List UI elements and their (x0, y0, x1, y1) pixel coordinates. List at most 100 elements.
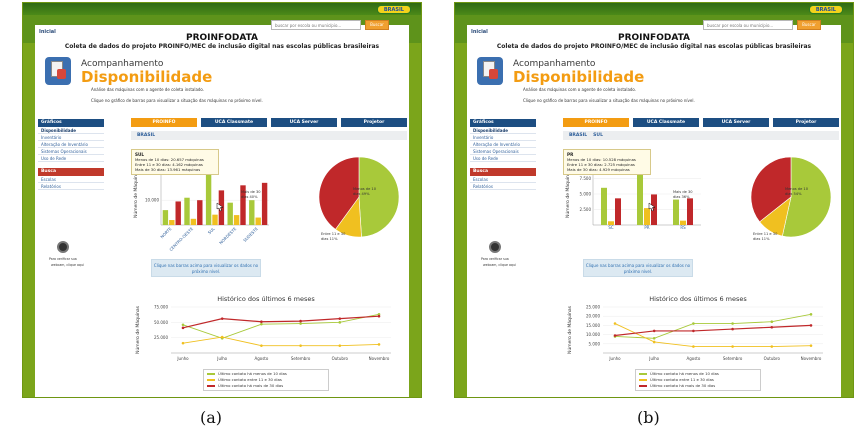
bar-y-axis-label: Número de Máquinas (564, 169, 571, 218)
data-point[interactable] (260, 344, 263, 347)
data-point[interactable] (260, 322, 263, 326)
search-input[interactable] (271, 20, 361, 30)
nav-item[interactable]: Escolas (38, 176, 104, 183)
data-point[interactable] (770, 345, 774, 348)
nav-item[interactable]: Alteração de Inventário (38, 141, 104, 148)
webcam-icon[interactable] (489, 241, 501, 253)
pie-slice[interactable] (358, 156, 400, 238)
nav-item[interactable]: Sistemas Operacionais (38, 148, 104, 155)
bar[interactable] (205, 173, 212, 225)
data-point[interactable] (809, 313, 813, 316)
webcam-link[interactable]: webcam, clique aqui (483, 263, 516, 267)
tab[interactable]: Projetor (341, 118, 407, 127)
series-line[interactable] (182, 336, 380, 347)
data-point[interactable] (731, 345, 734, 348)
history-line-chart[interactable]: Número de Máquinas 25.000 20.000 15.000 10.0… (563, 303, 833, 369)
bar[interactable] (601, 187, 607, 225)
bar[interactable] (687, 198, 693, 225)
data-point[interactable] (181, 326, 185, 330)
series-line[interactable] (614, 324, 812, 337)
search-input[interactable] (703, 20, 793, 30)
tab[interactable]: Projetor (773, 118, 839, 127)
data-point[interactable] (299, 344, 302, 347)
search-button[interactable]: Buscar (797, 20, 821, 30)
data-point[interactable] (613, 322, 617, 325)
data-point[interactable] (220, 335, 224, 339)
webcam-link[interactable]: webcam, clique aqui (51, 263, 84, 267)
history-line-chart[interactable]: Número de Máquinas 75.000 50.000 25.000 Junh… (131, 303, 401, 369)
bar[interactable] (644, 208, 650, 225)
legend-item[interactable]: Último contato há mais de 30 dias (207, 383, 325, 389)
data-point[interactable] (692, 329, 695, 333)
data-point[interactable] (809, 344, 813, 347)
y-tick-label: 25.000 (586, 305, 600, 310)
bar[interactable] (169, 220, 175, 225)
nav-item[interactable]: Inventário (38, 134, 104, 141)
data-point[interactable] (299, 319, 302, 323)
data-point[interactable] (181, 323, 185, 327)
nav-item[interactable]: Inventário (470, 134, 536, 141)
bar[interactable] (673, 199, 679, 225)
brasil-flag-badge[interactable]: BRASIL (376, 5, 411, 14)
data-point[interactable] (338, 321, 342, 324)
data-point[interactable] (299, 322, 302, 325)
bar[interactable] (233, 215, 240, 225)
bar[interactable] (227, 202, 233, 225)
data-point[interactable] (338, 344, 342, 347)
data-point[interactable] (181, 341, 185, 345)
data-point[interactable] (652, 340, 656, 344)
nav-item[interactable]: Disponibilidade (38, 127, 104, 134)
data-point[interactable] (613, 334, 617, 337)
bar[interactable] (190, 218, 197, 225)
series-line[interactable] (182, 315, 380, 329)
data-point[interactable] (220, 317, 224, 320)
brasil-flag-badge[interactable]: BRASIL (808, 5, 843, 14)
tab[interactable]: UCA Classmate (201, 118, 267, 127)
bar[interactable] (212, 214, 218, 225)
breadcrumb-item[interactable]: BRASIL (569, 133, 587, 138)
data-point[interactable] (260, 320, 263, 324)
data-point[interactable] (652, 336, 656, 340)
legend-swatch (639, 379, 647, 381)
data-point[interactable] (770, 320, 774, 324)
data-point[interactable] (770, 325, 774, 329)
pie-chart[interactable] (735, 149, 843, 249)
nav-item[interactable]: Disponibilidade (470, 127, 536, 134)
legend-item[interactable]: Último contato há mais de 30 dias (639, 383, 757, 389)
nav-item[interactable]: Uso de Rede (38, 155, 104, 162)
pie-chart[interactable] (303, 149, 411, 249)
search-button[interactable]: Buscar (365, 20, 389, 30)
y-tick-label: 75.000 (154, 305, 168, 310)
data-point[interactable] (377, 343, 381, 346)
data-point[interactable] (731, 327, 734, 331)
data-point[interactable] (338, 317, 342, 320)
nav-item[interactable]: Alteração de Inventário (470, 141, 536, 148)
webcam-icon[interactable] (57, 241, 69, 253)
tab[interactable]: PROINFO (131, 118, 197, 127)
data-point[interactable] (731, 322, 734, 325)
bar[interactable] (184, 197, 190, 225)
breadcrumb-item[interactable]: SUL (593, 133, 603, 138)
nav-item[interactable]: Escolas (470, 176, 536, 183)
bar[interactable] (197, 200, 203, 225)
breadcrumb-item[interactable]: BRASIL (137, 133, 155, 138)
nav-item[interactable]: Relatórios (38, 183, 104, 190)
data-point[interactable] (652, 329, 656, 333)
tab[interactable]: UCA Server (271, 118, 337, 127)
tab[interactable]: UCA Server (703, 118, 769, 127)
nav-item[interactable]: Uso de Rede (470, 155, 536, 162)
data-point[interactable] (377, 314, 381, 318)
nav-item[interactable]: Relatórios (470, 183, 536, 190)
bar[interactable] (249, 200, 255, 225)
data-point[interactable] (809, 324, 813, 327)
bar[interactable] (615, 198, 621, 225)
bar[interactable] (162, 210, 169, 225)
data-point[interactable] (692, 345, 695, 348)
data-point[interactable] (692, 322, 695, 325)
bar[interactable] (175, 201, 181, 225)
tab[interactable]: UCA Classmate (633, 118, 699, 127)
tab[interactable]: PROINFO (563, 118, 629, 127)
bar[interactable] (255, 217, 261, 225)
x-tick-label: Setembro (723, 356, 743, 361)
nav-item[interactable]: Sistemas Operacionais (470, 148, 536, 155)
